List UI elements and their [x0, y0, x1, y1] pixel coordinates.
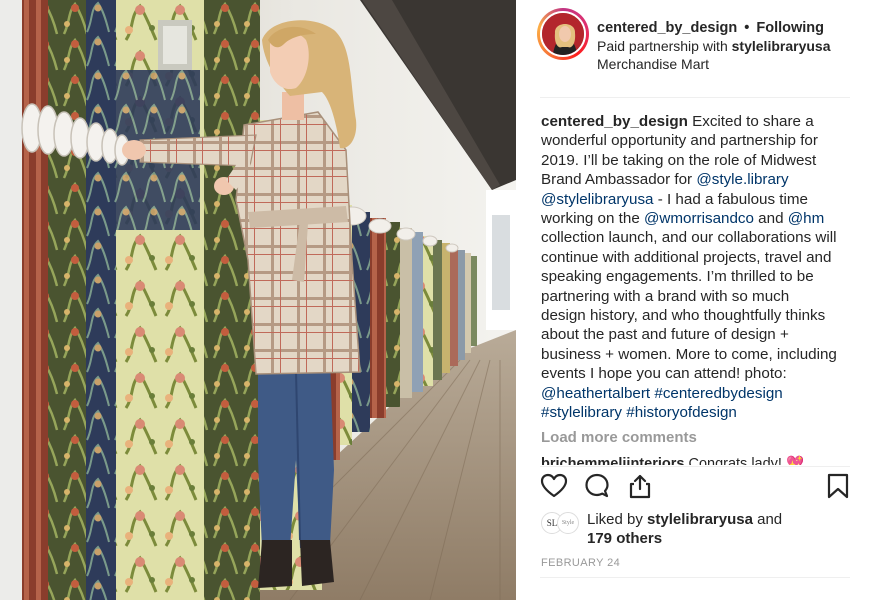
caption-line: speaking engagements. I’m thrilled to be — [541, 267, 859, 286]
partner-link[interactable]: stylelibraryusa — [732, 38, 831, 54]
caption-line: events I hope you can attend! photo: — [541, 364, 859, 383]
location-link[interactable]: Merchandise Mart — [597, 55, 867, 73]
following-button[interactable]: Following — [756, 20, 824, 36]
likes-summary: SL Style Liked by stylelibraryusa and 17… — [541, 510, 851, 550]
caption-text: speaking engagements. I’m thrilled to be — [541, 268, 814, 286]
action-bar — [540, 472, 852, 504]
likes-text: Liked by stylelibraryusa and 179 others — [587, 510, 782, 548]
caption-text: Brand Ambassador for — [541, 171, 697, 189]
likes-and: and — [752, 511, 783, 528]
post-date[interactable]: FEBRUARY 24 — [541, 557, 620, 569]
caption-text: partnering with a brand with so much — [541, 287, 790, 305]
post-caption: centered_by_design Excited to share a won… — [541, 112, 859, 423]
comment-text: brichemmeliinteriors Congrats lady! 💖 — [541, 455, 851, 465]
caption-text: Excited to share a — [687, 113, 814, 130]
caption-line: design history, and who thoughtfully thi… — [541, 306, 859, 325]
caption-username[interactable]: centered_by_design — [541, 113, 688, 130]
load-more-comments-button[interactable]: Load more comments — [541, 429, 697, 446]
caption-text: design history, and who thoughtfully thi… — [541, 307, 826, 325]
caption-line: continue with additional projects, trave… — [541, 248, 859, 267]
header-line-user: centered_by_design • Following — [597, 19, 867, 37]
hashtag-link[interactable]: #centeredbydesign — [654, 385, 782, 402]
header-username[interactable]: centered_by_design — [597, 20, 737, 36]
caption-line: @heathertalbert #centeredbydesign — [541, 384, 859, 403]
likes-others-link[interactable]: 179 others — [587, 530, 662, 547]
caption-text: business + women. More to come, includin… — [541, 345, 837, 363]
caption-line: 2019. I’ll be taking on the role of Midw… — [541, 151, 859, 170]
post-details-panel: centered_by_design • Following Paid part… — [516, 0, 870, 600]
caption-line: centered_by_design Excited to share a — [541, 112, 859, 131]
mention-link[interactable]: @hm — [788, 210, 825, 227]
paid-partnership-label: Paid partnership with stylelibraryusa — [597, 37, 867, 55]
mention-link[interactable]: @style.library — [696, 171, 788, 188]
mention-link[interactable]: @stylelibraryusa — [541, 191, 653, 208]
comment-body: Congrats lady! 💖 — [684, 456, 805, 465]
liker-avatars: SL Style — [541, 512, 585, 538]
comment-preview: brichemmeliinteriors Congrats lady! 💖 — [541, 454, 851, 465]
caption-text: working on the — [541, 210, 644, 228]
share-icon[interactable] — [626, 472, 656, 502]
caption-line: Brand Ambassador for @style.library — [541, 170, 859, 189]
caption-text: 2019. I’ll be taking on the role of Midw… — [541, 151, 817, 169]
liker-avatar[interactable]: Style — [557, 512, 579, 534]
header-separator: • — [744, 20, 750, 36]
caption-line: partnering with a brand with so much — [541, 287, 859, 306]
footer-divider — [540, 577, 850, 578]
paid-partnership-prefix: Paid partnership with — [597, 38, 732, 54]
actions-divider — [540, 466, 850, 467]
bookmark-icon[interactable] — [824, 472, 854, 502]
header-divider — [540, 97, 850, 98]
caption-line: wonderful opportunity and partnership fo… — [541, 131, 859, 150]
mention-link[interactable]: @heathertalbert — [541, 385, 650, 402]
heart-icon[interactable] — [540, 472, 570, 502]
hashtag-link[interactable]: #stylelibrary — [541, 404, 622, 421]
caption-line: business + women. More to come, includin… — [541, 345, 859, 364]
caption-text: about the past and future of design + — [541, 326, 789, 344]
avatar[interactable] — [540, 11, 586, 57]
post-photo-image — [0, 0, 516, 600]
caption-line: about the past and future of design + — [541, 325, 859, 344]
caption-text: and — [753, 210, 788, 228]
caption-text: - I had a fabulous time — [653, 190, 808, 208]
liker-username[interactable]: stylelibraryusa — [647, 511, 753, 528]
comment-username[interactable]: brichemmeliinteriors — [541, 456, 684, 465]
hashtag-link[interactable]: #historyofdesign — [626, 404, 737, 421]
caption-line: collection launch, and our collaboration… — [541, 228, 859, 247]
header-text: centered_by_design • Following Paid part… — [597, 19, 867, 73]
story-ring[interactable] — [537, 8, 589, 60]
post-header: centered_by_design • Following Paid part… — [516, 0, 870, 96]
caption-line: @stylelibraryusa - I had a fabulous time — [541, 190, 859, 209]
comment-icon[interactable] — [583, 472, 613, 502]
avatar-image — [542, 13, 584, 55]
caption-text: wonderful opportunity and partnership fo… — [541, 132, 818, 150]
caption-text: continue with additional projects, trave… — [541, 248, 832, 266]
likes-prefix: Liked by — [587, 511, 648, 528]
caption-text: events I hope you can attend! photo: — [541, 365, 787, 383]
caption-line: #stylelibrary #historyofdesign — [541, 403, 859, 422]
caption-line: working on the @wmorrisandco and @hm — [541, 209, 859, 228]
post-photo[interactable] — [0, 0, 516, 600]
mention-link[interactable]: @wmorrisandco — [644, 210, 754, 227]
caption-text: collection launch, and our collaboration… — [541, 229, 837, 247]
